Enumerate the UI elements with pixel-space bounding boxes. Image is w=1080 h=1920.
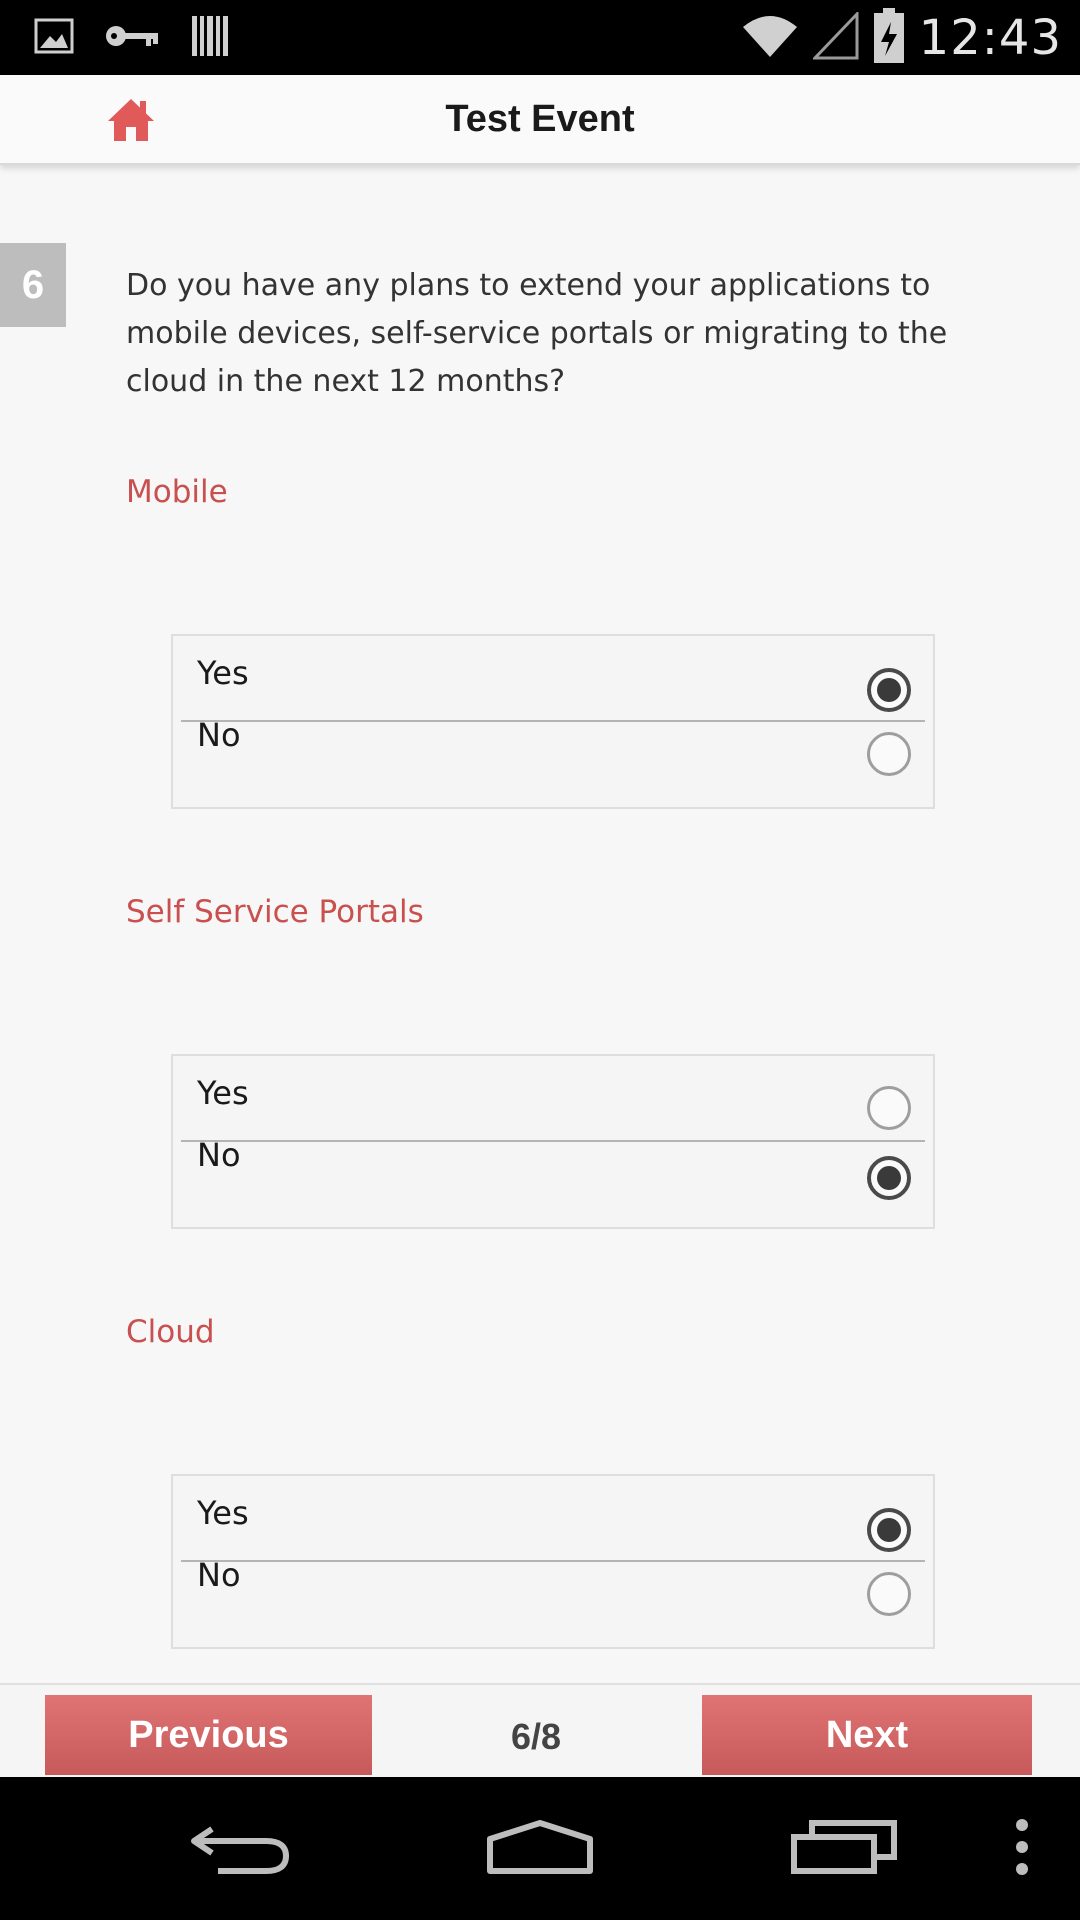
radio-portals-no[interactable] (867, 1156, 911, 1200)
back-icon (188, 1819, 292, 1879)
home-button[interactable] (106, 95, 156, 145)
option-label: Yes (197, 1074, 249, 1112)
section-label-cloud: Cloud (126, 1314, 215, 1350)
option-label: No (197, 1556, 241, 1594)
page-title: Test Event (445, 97, 635, 140)
radio-portals-yes[interactable] (867, 1086, 911, 1130)
question-text: Do you have any plans to extend your app… (126, 268, 948, 399)
radio-cloud-yes[interactable] (867, 1508, 911, 1552)
previous-button[interactable]: Previous (45, 1695, 372, 1775)
option-group-cloud: Yes No (171, 1474, 935, 1649)
screen: 12:43 Test Event 6 Do you have any plans… (0, 0, 1080, 1920)
overflow-menu-button[interactable] (1000, 1777, 1044, 1920)
home-nav-button[interactable] (476, 1777, 604, 1920)
system-status-icons: 12:43 (741, 0, 1062, 75)
option-portals-no[interactable]: No (173, 1136, 933, 1226)
option-group-mobile: Yes No (171, 634, 935, 809)
radio-mobile-yes[interactable] (867, 668, 911, 712)
option-mobile-no[interactable]: No (173, 716, 933, 806)
overflow-menu-icon (1014, 1818, 1030, 1879)
back-button[interactable] (180, 1777, 300, 1920)
home-icon (106, 99, 156, 149)
signal-icon (811, 9, 859, 64)
option-label: Yes (197, 1494, 249, 1532)
app-bar: Test Event (0, 75, 1080, 165)
option-group-self-service-portals: Yes No (171, 1054, 935, 1229)
radio-cloud-no[interactable] (867, 1572, 911, 1616)
option-cloud-yes[interactable]: Yes (173, 1476, 933, 1560)
section-label-mobile: Mobile (126, 474, 228, 510)
battery-charging-icon (873, 7, 905, 68)
image-icon (34, 18, 74, 58)
barcode-icon (190, 14, 230, 62)
option-portals-yes[interactable]: Yes (173, 1056, 933, 1140)
key-icon (104, 21, 160, 55)
system-navigation-bar (0, 1777, 1080, 1920)
recents-icon (790, 1819, 898, 1879)
status-bar: 12:43 (0, 0, 1080, 75)
recents-button[interactable] (780, 1777, 908, 1920)
option-mobile-yes[interactable]: Yes (173, 636, 933, 720)
section-label-self-service-portals: Self Service Portals (126, 894, 424, 930)
notification-icons (34, 14, 230, 62)
wifi-icon (741, 13, 799, 63)
page-indicator: 6/8 (510, 1716, 562, 1757)
pagination-bar: Previous 6/8 Next (0, 1683, 1080, 1777)
option-label: Yes (197, 654, 249, 692)
clock: 12:43 (918, 9, 1062, 66)
option-cloud-no[interactable]: No (173, 1556, 933, 1646)
question-number-badge: 6 (0, 243, 66, 327)
next-button[interactable]: Next (702, 1695, 1032, 1775)
home-nav-icon (484, 1819, 596, 1879)
option-label: No (197, 1136, 241, 1174)
radio-mobile-no[interactable] (867, 732, 911, 776)
option-label: No (197, 716, 241, 754)
